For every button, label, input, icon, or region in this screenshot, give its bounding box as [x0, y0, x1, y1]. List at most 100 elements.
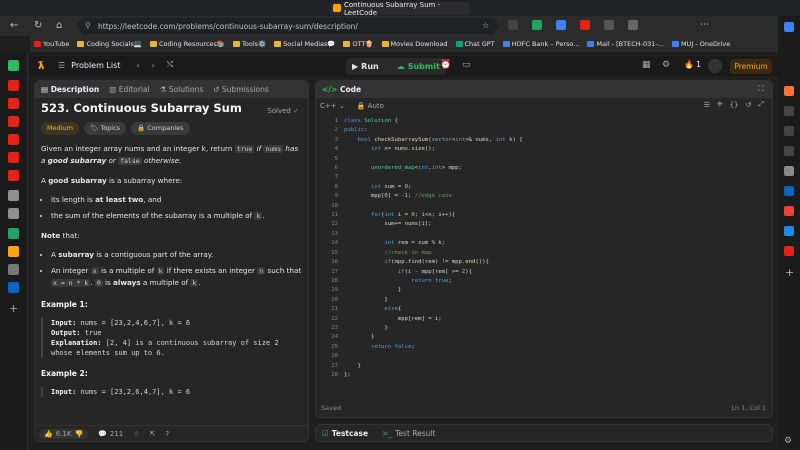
tab-description[interactable]: ▤ Description	[41, 85, 99, 94]
browser-tab[interactable]: Continuous Subarray Sum - LeetCode	[330, 1, 470, 17]
grid-icon[interactable]: ▦	[642, 60, 651, 70]
problem-list-link[interactable]: Problem List	[71, 61, 120, 70]
sidebar-app-icon[interactable]	[784, 126, 794, 136]
tab-label: Description	[50, 85, 100, 94]
linkedin-icon[interactable]	[784, 186, 794, 196]
new-tab-icon[interactable]: +	[9, 302, 18, 315]
bookmark-item[interactable]: OTT🍿	[343, 40, 374, 48]
site-info-icon[interactable]: ⚲	[85, 21, 91, 30]
favorite-star-icon[interactable]: ☆	[482, 21, 489, 30]
tab-icon[interactable]	[8, 190, 19, 201]
extension-icon[interactable]	[628, 20, 638, 30]
workspace-icon[interactable]	[8, 60, 19, 71]
youtube-tab-icon[interactable]	[8, 116, 19, 127]
sidebar-settings-icon[interactable]: ⚙	[784, 436, 792, 446]
example-box: Input: nums = [23,2,4,6,7], k = 6 Output…	[41, 318, 303, 358]
alarm-icon[interactable]: ⏰	[440, 60, 451, 70]
youtube-tab-icon[interactable]	[8, 170, 19, 181]
shuffle-icon[interactable]: ⤭	[167, 60, 173, 70]
bookmark-label: MUJ - OneDrive	[680, 40, 731, 48]
bookmark-item[interactable]: Coding Resources📚	[149, 40, 225, 48]
bookmark-item[interactable]: Coding Socials💻	[77, 40, 142, 48]
tab-code[interactable]: </> Code	[322, 85, 361, 94]
submit-button[interactable]: ☁ Submit	[397, 62, 440, 71]
format-icon[interactable]: ☰	[704, 101, 710, 109]
settings-more-icon[interactable]: ⋯	[700, 20, 709, 30]
leetcode-logo-icon[interactable]: ƛ	[38, 59, 49, 72]
list-icon[interactable]: ☰	[58, 61, 65, 70]
braces-icon[interactable]: {}	[730, 101, 739, 109]
sidebar-app-icon[interactable]	[784, 146, 794, 156]
youtube-tab-icon[interactable]	[8, 80, 19, 91]
youtube-tab-icon[interactable]	[8, 152, 19, 163]
auto-mode-toggle[interactable]: 🔒 Auto	[357, 102, 384, 110]
bookmark-item[interactable]: HDFC Bank – Perso...	[502, 40, 579, 48]
help-icon[interactable]: ?	[165, 430, 169, 438]
page-title[interactable]: 523. Continuous Subarray Sum	[41, 102, 303, 114]
youtube-icon[interactable]	[784, 246, 794, 256]
bookmark-item[interactable]: YouTube	[34, 40, 69, 48]
leetcode-tab-icon[interactable]	[8, 246, 19, 257]
youtube-tab-icon[interactable]	[8, 134, 19, 145]
folder-icon	[381, 41, 389, 47]
gear-icon[interactable]: ⚙	[662, 60, 670, 70]
tab-label: Test Result	[395, 428, 436, 438]
bookmark-item[interactable]: Movies Download	[381, 40, 448, 48]
youtube-tab-icon[interactable]	[8, 98, 19, 109]
tab-editorial[interactable]: ▥ Editorial	[109, 85, 149, 94]
star-icon[interactable]: ☆	[133, 430, 139, 438]
google-icon[interactable]	[784, 206, 794, 216]
bookmark-icon[interactable]: ⎈	[717, 100, 723, 109]
comment-count: 211	[109, 429, 124, 438]
linkedin-tab-icon[interactable]	[8, 282, 19, 293]
bookmark-item[interactable]: Social Medias💬	[274, 40, 335, 48]
github-icon[interactable]	[784, 166, 794, 176]
bookmark-label: Chat GPT	[464, 40, 495, 48]
share-icon[interactable]: ⇱	[150, 430, 156, 438]
note-icon[interactable]: ▭	[462, 60, 471, 70]
tab-testcase[interactable]: ☑ Testcase	[322, 429, 368, 438]
extension-icon[interactable]	[508, 20, 518, 30]
chevron-left-icon[interactable]: ‹	[136, 61, 139, 70]
companies-chip[interactable]: 🔒 Companies	[131, 122, 190, 135]
topics-chip[interactable]: 🏷 Topics	[84, 122, 127, 135]
sidebar-app-icon[interactable]	[784, 106, 794, 116]
url-field[interactable]: https://leetcode.com/problems/continuous…	[78, 18, 498, 34]
maximize-icon[interactable]: ⛶	[758, 84, 764, 94]
bookmark-item[interactable]: Chat GPT	[455, 40, 495, 48]
run-button[interactable]: ▶ Run	[352, 62, 379, 71]
like-button[interactable]: 👍 6.1K 👎	[39, 428, 89, 439]
extension-icon[interactable]	[532, 20, 542, 30]
language-select[interactable]: C++ ⌄	[320, 102, 345, 110]
code-editor[interactable]: 1 2 3 4 5 6 7 8 9 10 11 12 13 14 15 16 17 18 19 20 21 22 23 24 2…	[316, 117, 772, 397]
extension-icon[interactable]	[580, 20, 590, 30]
premium-button[interactable]: Premium	[730, 59, 772, 74]
tab-solutions[interactable]: ⚗ Solutions	[160, 85, 204, 94]
code-content[interactable]: class Solution { public: bool checkSubar…	[344, 117, 523, 380]
reload-icon[interactable]: ↻	[34, 20, 42, 31]
expand-icon[interactable]: ⤢	[758, 100, 764, 109]
reset-icon[interactable]: ↺	[746, 101, 752, 109]
extension-icon[interactable]	[604, 20, 614, 30]
tab-icon[interactable]	[8, 264, 19, 275]
back-icon[interactable]: ←	[10, 20, 18, 31]
bookmark-item[interactable]: MUJ - OneDrive	[671, 40, 731, 48]
comments-button[interactable]: 💬 211	[98, 430, 123, 438]
tab-test-result[interactable]: >_ Test Result	[382, 429, 435, 438]
sidebar-app-icon[interactable]	[784, 226, 794, 236]
thumb-down-icon[interactable]: 👎	[74, 430, 83, 438]
sheets-tab-icon[interactable]	[8, 228, 19, 239]
streak-counter[interactable]: 🔥 1	[684, 60, 701, 69]
tab-icon[interactable]	[8, 208, 19, 219]
text: is a contiguous part of the array.	[94, 250, 214, 259]
bookmark-item[interactable]: Tools⚙️	[233, 40, 266, 48]
avatar[interactable]	[708, 59, 722, 73]
extension-icon[interactable]	[556, 20, 566, 30]
copilot-icon[interactable]	[784, 22, 794, 32]
home-icon[interactable]: ⌂	[56, 20, 62, 31]
sidebar-app-icon[interactable]	[784, 86, 794, 96]
tab-submissions[interactable]: ↺ Submissions	[213, 85, 269, 94]
chevron-right-icon[interactable]: ›	[152, 61, 155, 70]
add-sidebar-app-icon[interactable]: +	[785, 266, 794, 279]
bookmark-item[interactable]: Mail - [BTECH-031-...	[587, 40, 664, 48]
